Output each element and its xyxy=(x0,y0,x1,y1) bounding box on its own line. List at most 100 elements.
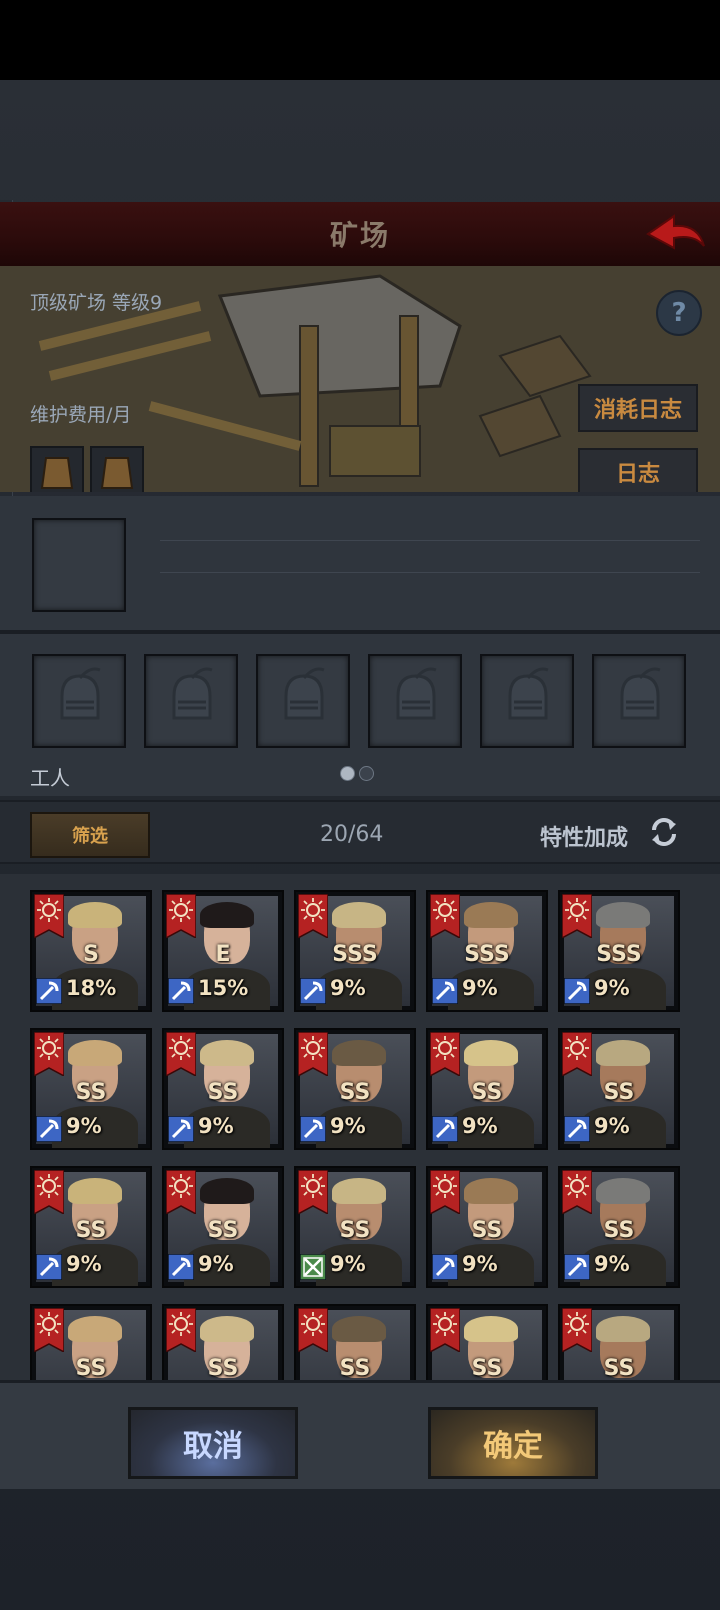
character-card[interactable]: SS 9% xyxy=(30,1166,152,1288)
pickaxe-icon xyxy=(36,978,62,1004)
character-hair xyxy=(596,1178,650,1204)
character-grade: SSS xyxy=(332,942,378,967)
helmet-icon xyxy=(172,667,213,720)
page-title: 矿场 xyxy=(329,219,390,252)
helmet-icon xyxy=(620,667,661,720)
character-hair xyxy=(464,902,518,928)
sun-banner-icon xyxy=(298,1308,328,1352)
character-hair xyxy=(200,1178,254,1204)
manager-slot[interactable] xyxy=(32,518,126,612)
crossed-tools-icon xyxy=(300,1254,326,1280)
character-card[interactable]: S 18% xyxy=(30,890,152,1012)
worker-count: 20/64 xyxy=(320,822,384,847)
refresh-icon[interactable] xyxy=(648,816,680,848)
character-grade: SS xyxy=(603,1356,635,1380)
sun-banner-icon xyxy=(562,1308,592,1352)
filter-bar: 筛选 20/64 特性加成 xyxy=(0,800,720,864)
worker-slot[interactable] xyxy=(592,654,686,748)
character-grade: SS xyxy=(75,1356,107,1380)
filter-button[interactable]: 筛选 xyxy=(30,812,150,858)
sun-banner-icon xyxy=(298,1170,328,1214)
character-bonus: 9% xyxy=(66,1114,102,1138)
pickaxe-icon xyxy=(36,1254,62,1280)
pickaxe-icon xyxy=(432,1254,458,1280)
sun-banner-icon xyxy=(34,1032,64,1076)
character-bonus: 9% xyxy=(594,1252,630,1276)
character-grade: SS xyxy=(471,1080,503,1105)
resource-slot xyxy=(90,446,144,492)
pickaxe-icon xyxy=(564,978,590,1004)
sun-banner-icon xyxy=(298,894,328,938)
character-bonus: 9% xyxy=(462,1114,498,1138)
character-grade: SS xyxy=(471,1356,503,1380)
character-bonus: 15% xyxy=(198,976,249,1000)
character-card[interactable]: SS xyxy=(30,1304,152,1380)
character-grade: SS xyxy=(75,1218,107,1243)
character-card[interactable]: SS 9% xyxy=(162,1028,284,1150)
pickaxe-icon xyxy=(36,1116,62,1142)
worker-slot[interactable] xyxy=(144,654,238,748)
pickaxe-icon xyxy=(300,1116,326,1142)
character-bonus: 9% xyxy=(462,1252,498,1276)
character-card[interactable]: SS 9% xyxy=(558,1166,680,1288)
maintenance-label: 维护费用/月 xyxy=(30,404,132,426)
worker-slot[interactable] xyxy=(32,654,126,748)
character-card[interactable]: SSS 9% xyxy=(426,890,548,1012)
character-card[interactable]: SS xyxy=(294,1304,416,1380)
divider xyxy=(160,540,700,541)
character-bonus: 9% xyxy=(330,1114,366,1138)
character-grade: SS xyxy=(339,1080,371,1105)
character-card[interactable]: E 15% xyxy=(162,890,284,1012)
cancel-button[interactable]: 取消 xyxy=(128,1407,298,1479)
sun-banner-icon xyxy=(166,1032,196,1076)
log-button[interactable]: 日志 xyxy=(578,448,698,492)
back-arrow-icon[interactable] xyxy=(644,210,708,260)
character-grid: S 18% E 15% SSS 9% SSS 9% SSS 9% SS 9% SS 9% SS 9% SS 9% S… xyxy=(0,874,720,1380)
pickaxe-icon xyxy=(564,1254,590,1280)
character-hair xyxy=(68,902,122,928)
helmet-icon xyxy=(60,667,101,720)
character-card[interactable]: SS 9% xyxy=(294,1028,416,1150)
character-hair xyxy=(200,1316,254,1342)
action-bar: 取消 确定 xyxy=(0,1380,720,1489)
sun-banner-icon xyxy=(562,1032,592,1076)
character-grade: SS xyxy=(603,1080,635,1105)
character-card[interactable]: SS 9% xyxy=(30,1028,152,1150)
character-hair xyxy=(596,1316,650,1342)
character-card[interactable]: SS 9% xyxy=(426,1166,548,1288)
character-hair xyxy=(68,1316,122,1342)
character-card[interactable]: SS 9% xyxy=(558,1028,680,1150)
character-hair xyxy=(464,1040,518,1066)
character-grade: SS xyxy=(207,1356,239,1380)
worker-label: 工人 xyxy=(30,766,70,790)
character-card[interactable]: SS xyxy=(162,1304,284,1380)
character-hair xyxy=(332,1040,386,1066)
sun-banner-icon xyxy=(430,1170,460,1214)
helmet-icon xyxy=(508,667,549,720)
character-card[interactable]: SSS 9% xyxy=(558,890,680,1012)
character-card[interactable]: SS 9% xyxy=(426,1028,548,1150)
character-grade: SS xyxy=(207,1080,239,1105)
worker-slot[interactable] xyxy=(256,654,350,748)
character-card[interactable]: SS xyxy=(558,1304,680,1380)
worker-slot[interactable] xyxy=(480,654,574,748)
consume-log-button[interactable]: 消耗日志 xyxy=(578,384,698,432)
help-button[interactable]: ? xyxy=(656,290,702,336)
trait-bonus-label[interactable]: 特性加成 xyxy=(540,820,628,852)
character-card[interactable]: SS 9% xyxy=(162,1166,284,1288)
pickaxe-icon xyxy=(432,978,458,1004)
title-bar: 矿场 xyxy=(0,202,720,268)
character-card[interactable]: SS 9% xyxy=(294,1166,416,1288)
character-card[interactable]: SS xyxy=(426,1304,548,1380)
character-card[interactable]: SSS 9% xyxy=(294,890,416,1012)
character-hair xyxy=(200,1040,254,1066)
worker-slot[interactable] xyxy=(368,654,462,748)
pickaxe-icon xyxy=(300,978,326,1004)
pickaxe-icon xyxy=(564,1116,590,1142)
page-indicator xyxy=(340,766,374,781)
confirm-button[interactable]: 确定 xyxy=(428,1407,598,1479)
sun-banner-icon xyxy=(430,1032,460,1076)
character-bonus: 9% xyxy=(330,976,366,1000)
character-hair xyxy=(596,1040,650,1066)
character-hair xyxy=(596,902,650,928)
